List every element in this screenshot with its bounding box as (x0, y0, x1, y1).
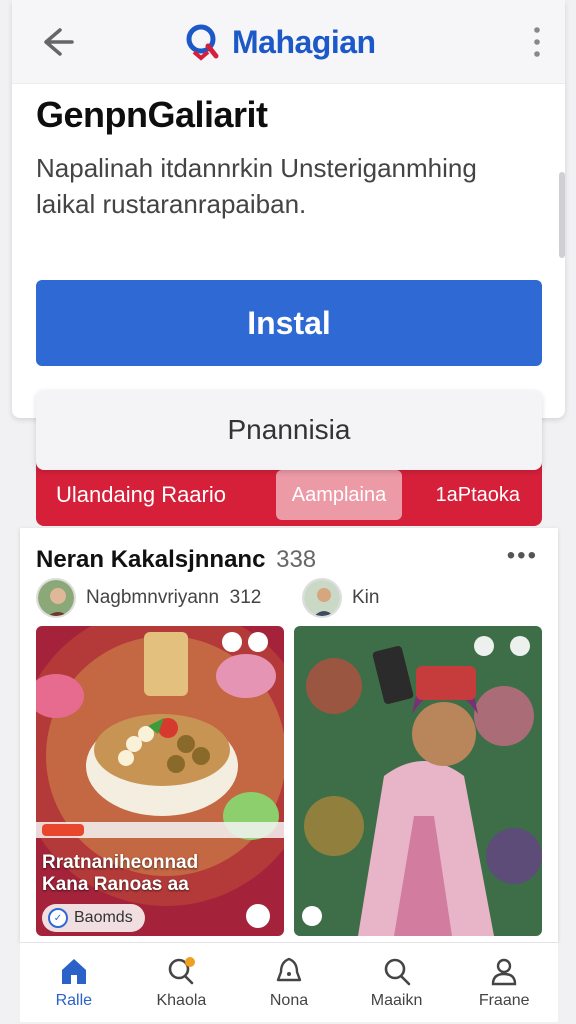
install-button[interactable]: Instal (36, 280, 542, 366)
nav-label: Ralle (55, 991, 93, 1009)
brand: Mahagian (182, 20, 376, 64)
tab-first[interactable]: Ulandaing Raario (56, 482, 226, 508)
search-icon (384, 958, 410, 985)
brand-name: Mahagian (232, 23, 376, 60)
post-image-person[interactable] (294, 626, 542, 936)
author-name: Kin (352, 587, 380, 608)
author-name: Nagbmnvriyann 312 (86, 587, 262, 608)
feed-count: 338 (276, 546, 317, 573)
tab-third[interactable]: 1aPtaoka (435, 484, 520, 507)
nav-label: Khaola (156, 991, 207, 1009)
app-description: Napalinah itdannrkin Unsteriganmhing lai… (36, 153, 477, 219)
nav-label: Maaikn (370, 991, 423, 1009)
avatar (302, 578, 342, 618)
home-icon (61, 958, 86, 984)
back-arrow-icon[interactable] (36, 22, 76, 62)
person-illustration (294, 626, 542, 936)
app-detail-card: Mahagian GenpnGaliarit Napalinah itdannr… (12, 0, 565, 418)
badge-icon: ✓ (48, 908, 68, 928)
category-tabs: Ulandaing Raario Aamplaina 1aPtaoka (36, 462, 542, 526)
post-author-2[interactable]: Kin (302, 578, 379, 618)
nav-label: Nona (269, 991, 309, 1009)
secondary-panel[interactable]: Pnannisia (36, 390, 542, 470)
post-badge[interactable]: ✓ Baomds (42, 904, 145, 932)
bell-icon (276, 957, 302, 981)
post-author-1[interactable]: Nagbmnvriyann 312 (36, 578, 261, 618)
profile-icon (491, 958, 517, 985)
nav-maaikn[interactable]: Maaikn (347, 956, 447, 1010)
nav-nona[interactable]: Nona (239, 956, 339, 1010)
nav-khaola[interactable]: Khaola (131, 956, 231, 1010)
nav-home[interactable]: Ralle (24, 956, 124, 1010)
search-logo-icon (186, 24, 219, 61)
nav-fraane[interactable]: Fraane (454, 956, 554, 1010)
nav-label: Fraane (478, 991, 530, 1009)
panel-label: Pnannisia (227, 414, 351, 445)
more-vertical-icon[interactable] (527, 24, 547, 60)
feed-title: Neran Kakalsjnnanc 338 (36, 546, 316, 574)
avatar (36, 578, 76, 618)
search-notification-icon (169, 956, 196, 984)
feed-title-text: Neran Kakalsjnnanc (36, 546, 266, 573)
scrollbar[interactable] (559, 172, 565, 258)
feed-more-button[interactable]: ••• (507, 542, 538, 570)
feed-card: Neran Kakalsjnnanc 338 ••• Nagbmnvriyann… (20, 528, 558, 942)
post-caption: Rratnaniheonnad Kana Ranoas aa (42, 852, 199, 895)
post-image-food[interactable]: Rratnaniheonnad Kana Ranoas aa ✓ Baomds (36, 626, 284, 936)
tab-second[interactable]: Aamplaina (276, 470, 402, 520)
bottom-navigation: Ralle Khaola Nona Maaikn Fraane (20, 942, 558, 1022)
app-bar: Mahagian (12, 0, 565, 84)
app-title: GenpnGaliarit (36, 94, 268, 135)
